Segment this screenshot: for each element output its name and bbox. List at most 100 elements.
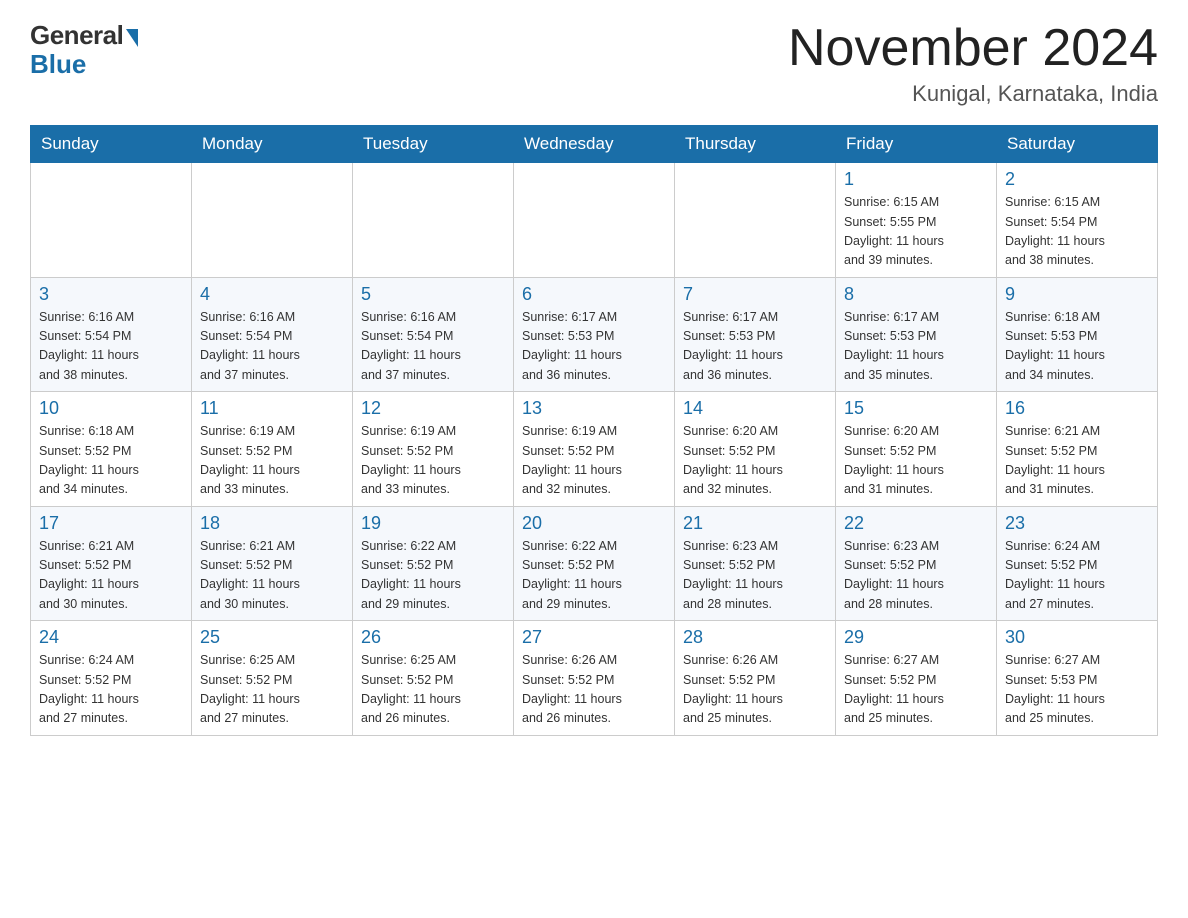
day-info: Sunrise: 6:21 AMSunset: 5:52 PMDaylight:… bbox=[200, 537, 344, 615]
day-info: Sunrise: 6:26 AMSunset: 5:52 PMDaylight:… bbox=[683, 651, 827, 729]
logo-arrow-icon bbox=[126, 29, 138, 47]
table-row: 11Sunrise: 6:19 AMSunset: 5:52 PMDayligh… bbox=[192, 392, 353, 507]
table-row bbox=[192, 163, 353, 278]
day-info: Sunrise: 6:20 AMSunset: 5:52 PMDaylight:… bbox=[683, 422, 827, 500]
logo: General Blue bbox=[30, 20, 138, 80]
table-row: 25 Sunrise: 6:25 AMSunset: 5:52 PMDayligh… bbox=[192, 621, 353, 736]
day-info: Sunrise: 6:21 AMSunset: 5:52 PMDaylight:… bbox=[1005, 422, 1149, 500]
table-row bbox=[514, 163, 675, 278]
table-row: 3 Sunrise: 6:16 AMSunset: 5:54 PMDaylight… bbox=[31, 277, 192, 392]
table-row: 21 Sunrise: 6:23 AMSunset: 5:52 PMDayligh… bbox=[675, 506, 836, 621]
day-number: 21 bbox=[683, 513, 827, 534]
table-row: 18 Sunrise: 6:21 AMSunset: 5:52 PMDayligh… bbox=[192, 506, 353, 621]
day-info: Sunrise: 6:25 AMSunset: 5:52 PMDaylight:… bbox=[200, 651, 344, 729]
table-row bbox=[31, 163, 192, 278]
day-number: 7 bbox=[683, 284, 827, 305]
day-number: 12 bbox=[361, 398, 505, 419]
day-number: 9 bbox=[1005, 284, 1149, 305]
day-info: Sunrise: 6:23 AMSunset: 5:52 PMDaylight:… bbox=[683, 537, 827, 615]
col-wednesday: Wednesday bbox=[514, 126, 675, 163]
table-row: 1 Sunrise: 6:15 AMSunset: 5:55 PMDaylight… bbox=[836, 163, 997, 278]
table-row: 7 Sunrise: 6:17 AMSunset: 5:53 PMDaylight… bbox=[675, 277, 836, 392]
day-number: 5 bbox=[361, 284, 505, 305]
table-row: 23Sunrise: 6:24 AMSunset: 5:52 PMDayligh… bbox=[997, 506, 1158, 621]
table-row: 24 Sunrise: 6:24 AMSunset: 5:52 PMDayligh… bbox=[31, 621, 192, 736]
table-row bbox=[675, 163, 836, 278]
day-number: 10 bbox=[39, 398, 183, 419]
col-tuesday: Tuesday bbox=[353, 126, 514, 163]
table-row: 27 Sunrise: 6:26 AMSunset: 5:52 PMDayligh… bbox=[514, 621, 675, 736]
day-info: Sunrise: 6:22 AMSunset: 5:52 PMDaylight:… bbox=[522, 537, 666, 615]
day-number: 28 bbox=[683, 627, 827, 648]
day-info: Sunrise: 6:17 AMSunset: 5:53 PMDaylight:… bbox=[522, 308, 666, 386]
table-row: 13 Sunrise: 6:19 AMSunset: 5:52 PMDayligh… bbox=[514, 392, 675, 507]
table-row: 14Sunrise: 6:20 AMSunset: 5:52 PMDayligh… bbox=[675, 392, 836, 507]
day-number: 1 bbox=[844, 169, 988, 190]
calendar-table: Sunday Monday Tuesday Wednesday Thursday… bbox=[30, 125, 1158, 736]
logo-general-text: General bbox=[30, 20, 123, 51]
calendar-header-row: Sunday Monday Tuesday Wednesday Thursday… bbox=[31, 126, 1158, 163]
table-row: 5 Sunrise: 6:16 AMSunset: 5:54 PMDaylight… bbox=[353, 277, 514, 392]
month-year-title: November 2024 bbox=[788, 20, 1158, 77]
calendar-week-row: 1 Sunrise: 6:15 AMSunset: 5:55 PMDaylight… bbox=[31, 163, 1158, 278]
calendar-week-row: 10 Sunrise: 6:18 AMSunset: 5:52 PMDayligh… bbox=[31, 392, 1158, 507]
day-info: Sunrise: 6:16 AMSunset: 5:54 PMDaylight:… bbox=[361, 308, 505, 386]
day-number: 17 bbox=[39, 513, 183, 534]
col-monday: Monday bbox=[192, 126, 353, 163]
day-info: Sunrise: 6:16 AMSunset: 5:54 PMDaylight:… bbox=[39, 308, 183, 386]
day-number: 11 bbox=[200, 398, 344, 419]
day-info: Sunrise: 6:15 AMSunset: 5:54 PMDaylight:… bbox=[1005, 193, 1149, 271]
day-number: 26 bbox=[361, 627, 505, 648]
day-number: 6 bbox=[522, 284, 666, 305]
table-row: 20 Sunrise: 6:22 AMSunset: 5:52 PMDayligh… bbox=[514, 506, 675, 621]
day-number: 19 bbox=[361, 513, 505, 534]
col-saturday: Saturday bbox=[997, 126, 1158, 163]
day-info: Sunrise: 6:18 AMSunset: 5:52 PMDaylight:… bbox=[39, 422, 183, 500]
day-number: 30 bbox=[1005, 627, 1149, 648]
day-number: 4 bbox=[200, 284, 344, 305]
calendar-week-row: 3 Sunrise: 6:16 AMSunset: 5:54 PMDaylight… bbox=[31, 277, 1158, 392]
table-row: 12 Sunrise: 6:19 AMSunset: 5:52 PMDayligh… bbox=[353, 392, 514, 507]
day-info: Sunrise: 6:22 AMSunset: 5:52 PMDaylight:… bbox=[361, 537, 505, 615]
day-info: Sunrise: 6:27 AMSunset: 5:52 PMDaylight:… bbox=[844, 651, 988, 729]
page-header: General Blue November 2024 Kunigal, Karn… bbox=[30, 20, 1158, 107]
day-info: Sunrise: 6:26 AMSunset: 5:52 PMDaylight:… bbox=[522, 651, 666, 729]
day-info: Sunrise: 6:20 AMSunset: 5:52 PMDaylight:… bbox=[844, 422, 988, 500]
col-thursday: Thursday bbox=[675, 126, 836, 163]
day-info: Sunrise: 6:16 AMSunset: 5:54 PMDaylight:… bbox=[200, 308, 344, 386]
day-info: Sunrise: 6:24 AMSunset: 5:52 PMDaylight:… bbox=[39, 651, 183, 729]
location-subtitle: Kunigal, Karnataka, India bbox=[788, 81, 1158, 107]
table-row: 30 Sunrise: 6:27 AMSunset: 5:53 PMDayligh… bbox=[997, 621, 1158, 736]
day-number: 15 bbox=[844, 398, 988, 419]
day-info: Sunrise: 6:15 AMSunset: 5:55 PMDaylight:… bbox=[844, 193, 988, 271]
day-number: 20 bbox=[522, 513, 666, 534]
col-friday: Friday bbox=[836, 126, 997, 163]
day-number: 22 bbox=[844, 513, 988, 534]
table-row: 17Sunrise: 6:21 AMSunset: 5:52 PMDayligh… bbox=[31, 506, 192, 621]
day-info: Sunrise: 6:25 AMSunset: 5:52 PMDaylight:… bbox=[361, 651, 505, 729]
table-row: 4 Sunrise: 6:16 AMSunset: 5:54 PMDaylight… bbox=[192, 277, 353, 392]
day-number: 24 bbox=[39, 627, 183, 648]
day-info: Sunrise: 6:18 AMSunset: 5:53 PMDaylight:… bbox=[1005, 308, 1149, 386]
table-row: 28 Sunrise: 6:26 AMSunset: 5:52 PMDayligh… bbox=[675, 621, 836, 736]
title-area: November 2024 Kunigal, Karnataka, India bbox=[788, 20, 1158, 107]
table-row: 8Sunrise: 6:17 AMSunset: 5:53 PMDaylight… bbox=[836, 277, 997, 392]
table-row: 26 Sunrise: 6:25 AMSunset: 5:52 PMDayligh… bbox=[353, 621, 514, 736]
day-number: 27 bbox=[522, 627, 666, 648]
table-row: 22 Sunrise: 6:23 AMSunset: 5:52 PMDayligh… bbox=[836, 506, 997, 621]
day-info: Sunrise: 6:17 AMSunset: 5:53 PMDaylight:… bbox=[683, 308, 827, 386]
day-number: 25 bbox=[200, 627, 344, 648]
table-row: 16Sunrise: 6:21 AMSunset: 5:52 PMDayligh… bbox=[997, 392, 1158, 507]
day-info: Sunrise: 6:19 AMSunset: 5:52 PMDaylight:… bbox=[361, 422, 505, 500]
day-number: 18 bbox=[200, 513, 344, 534]
day-info: Sunrise: 6:19 AMSunset: 5:52 PMDaylight:… bbox=[522, 422, 666, 500]
col-sunday: Sunday bbox=[31, 126, 192, 163]
table-row: 15 Sunrise: 6:20 AMSunset: 5:52 PMDayligh… bbox=[836, 392, 997, 507]
day-info: Sunrise: 6:17 AMSunset: 5:53 PMDaylight:… bbox=[844, 308, 988, 386]
day-info: Sunrise: 6:27 AMSunset: 5:53 PMDaylight:… bbox=[1005, 651, 1149, 729]
day-number: 2 bbox=[1005, 169, 1149, 190]
day-number: 13 bbox=[522, 398, 666, 419]
logo-blue-text: Blue bbox=[30, 49, 86, 80]
day-info: Sunrise: 6:23 AMSunset: 5:52 PMDaylight:… bbox=[844, 537, 988, 615]
day-number: 3 bbox=[39, 284, 183, 305]
